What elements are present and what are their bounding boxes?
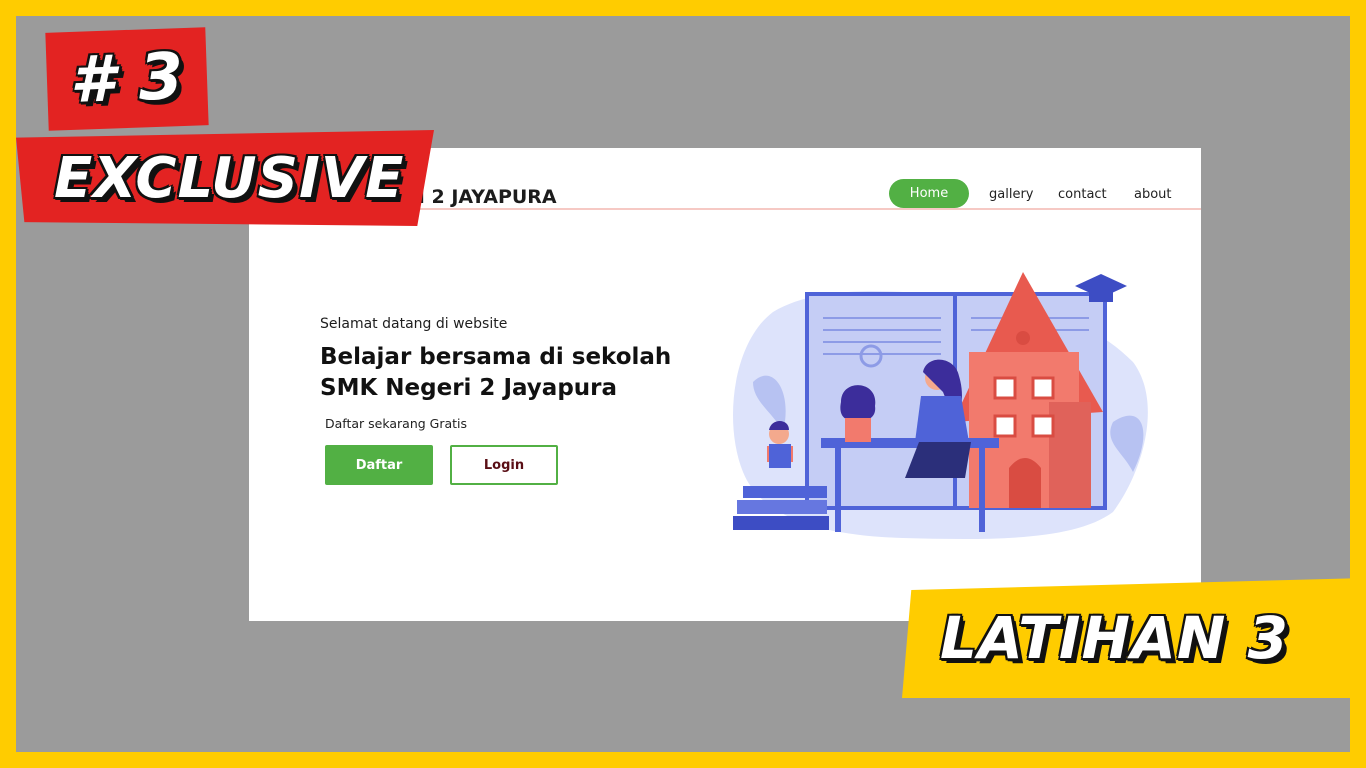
exclusive-badge: EXCLUSIVE bbox=[16, 130, 434, 226]
nav-contact-link[interactable]: contact bbox=[1058, 180, 1107, 208]
hero-headline: Belajar bersama di sekolah SMK Negeri 2 … bbox=[320, 342, 720, 404]
girl-body bbox=[845, 418, 871, 442]
login-button[interactable]: Login bbox=[450, 445, 558, 485]
nav-about-link[interactable]: about bbox=[1134, 180, 1172, 208]
teacher-body bbox=[915, 396, 969, 442]
house-round-window bbox=[1016, 331, 1030, 345]
house-chimney-wall bbox=[1049, 402, 1091, 508]
girl-hair bbox=[840, 385, 876, 421]
house-window-3 bbox=[993, 414, 1017, 438]
education-illustration bbox=[733, 272, 1148, 539]
exclusive-badge-text: EXCLUSIVE bbox=[54, 145, 405, 211]
site-brand[interactable]: N 2 JAYAPURA bbox=[409, 186, 557, 208]
house-door bbox=[1009, 458, 1041, 508]
book-stack-3 bbox=[733, 516, 829, 530]
hero-subtext: Daftar sekarang Gratis bbox=[325, 416, 468, 431]
episode-badge-text: # 3 bbox=[68, 40, 186, 118]
daftar-button[interactable]: Daftar bbox=[325, 445, 433, 485]
house-window-4 bbox=[1031, 414, 1055, 438]
nav-home-link[interactable]: Home bbox=[889, 179, 969, 208]
episode-badge: # 3 bbox=[45, 27, 209, 131]
hero-welcome-text: Selamat datang di website bbox=[320, 316, 508, 332]
book-stack-2 bbox=[737, 500, 827, 514]
house-window-1 bbox=[993, 376, 1017, 400]
latihan-badge-text: LATIHAN 3 bbox=[940, 604, 1289, 672]
book-stack-1 bbox=[743, 486, 827, 498]
house-window-2 bbox=[1031, 376, 1055, 400]
hero-headline-line-2: SMK Negeri 2 Jayapura bbox=[320, 375, 618, 401]
latihan-badge: LATIHAN 3 bbox=[902, 578, 1366, 698]
boy-body bbox=[769, 444, 791, 468]
nav-gallery-link[interactable]: gallery bbox=[989, 180, 1033, 208]
hero-headline-line-1: Belajar bersama di sekolah bbox=[320, 344, 672, 370]
